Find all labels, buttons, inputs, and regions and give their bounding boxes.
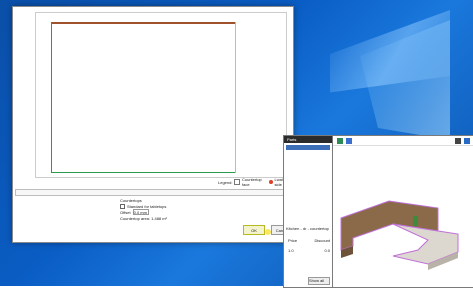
countertop-edge-left	[51, 22, 52, 173]
3d-view-toolbar	[333, 136, 473, 146]
col-discount: Discount	[314, 238, 330, 243]
ok-button[interactable]: OK	[243, 225, 265, 235]
legend-swatch-wall	[269, 180, 273, 184]
legend: Legend: Countertop face Lwall side	[218, 177, 290, 187]
props-heading: Countertops	[120, 197, 142, 203]
col-price: Price	[288, 238, 298, 243]
view-icon[interactable]	[346, 137, 352, 144]
parts-panel-header: Parts	[284, 136, 332, 143]
legend-item-face: Countertop face	[241, 177, 262, 187]
info-strip	[15, 189, 291, 196]
countertop-properties: Countertops Standard for tabletops Offse…	[120, 197, 210, 221]
3d-kitchen-render[interactable]	[333, 146, 473, 287]
offset-label: Offset	[120, 209, 131, 215]
countertop-plan	[51, 20, 236, 173]
parts-panel: Parts Kitchen - dr - countertop Price Di…	[283, 135, 333, 288]
windows-logo-flare-2	[360, 20, 450, 140]
countertop-edge-bottom	[51, 172, 236, 173]
view-icon[interactable]	[337, 137, 343, 144]
legend-label: Legend:	[218, 179, 233, 185]
area-label: Countertop area: 1.488 m²	[120, 215, 167, 221]
wall-edge-top	[51, 22, 236, 24]
mouse-cursor-highlight	[265, 229, 271, 235]
show-all-button[interactable]: Show all	[308, 277, 330, 285]
offset-input[interactable]: 0.0 mm	[132, 209, 149, 215]
row-qty: 1.0	[288, 248, 294, 253]
filter-icon[interactable]	[455, 137, 461, 144]
parts-table-row[interactable]: 1.0 0.0	[288, 248, 330, 253]
countertop-dialog: Legend: Countertop face Lwall side Count…	[12, 6, 294, 243]
settings-icon[interactable]	[464, 137, 470, 144]
countertop-edge-right	[235, 22, 236, 173]
row-price: 0.0	[324, 248, 330, 253]
standard-checkbox[interactable]	[120, 203, 125, 209]
parts-selected-row[interactable]	[286, 145, 330, 150]
3d-view-panel	[332, 135, 473, 288]
plan-canvas[interactable]	[35, 12, 287, 178]
parts-table-header: Price Discount	[288, 238, 330, 243]
standard-checkbox-label: Standard for tabletops	[127, 203, 167, 209]
parts-list-label: Kitchen - dr - countertop	[286, 226, 329, 231]
legend-swatch-face	[234, 179, 240, 185]
